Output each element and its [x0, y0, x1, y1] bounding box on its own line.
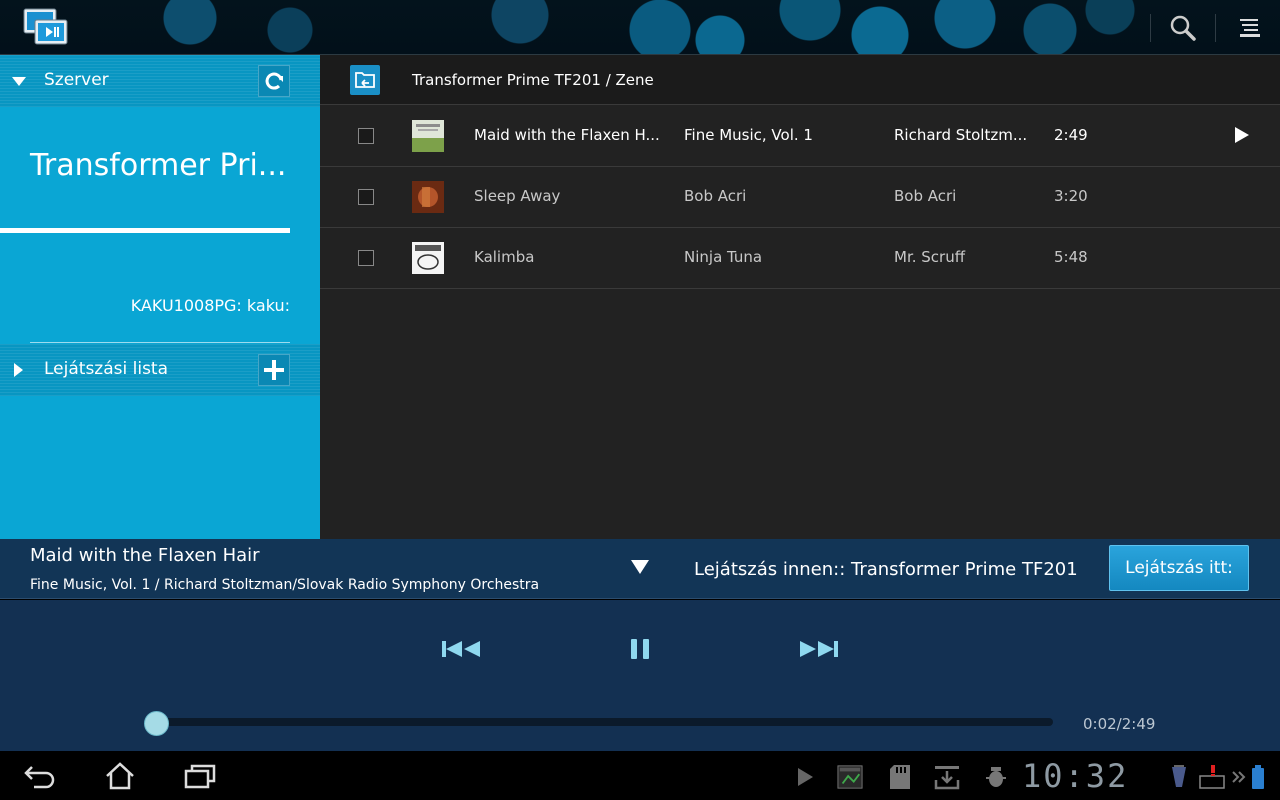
next-icon [800, 641, 838, 657]
play-from-label: Lejátszás innen:: Transformer Prime TF20… [694, 559, 1078, 580]
track-title: Sleep Away [474, 187, 561, 205]
track-album: Ninja Tuna [684, 248, 763, 266]
download-icon [934, 764, 960, 790]
folder-up-icon [355, 72, 375, 88]
previous-button[interactable] [439, 636, 483, 662]
home-icon [106, 762, 134, 790]
keyboard-warning-icon [1199, 764, 1225, 790]
refresh-button[interactable] [258, 65, 290, 97]
divider [1150, 14, 1151, 42]
battery-dock-icon [1166, 764, 1192, 790]
home-button[interactable] [100, 761, 140, 791]
pause-button[interactable] [618, 636, 662, 662]
selection-indicator [0, 228, 290, 233]
server-section-header[interactable]: Szerver [0, 55, 320, 107]
track-album: Fine Music, Vol. 1 [684, 126, 813, 144]
system-bar: 10:32 [0, 751, 1280, 800]
device-name[interactable]: Transformer Pri... [30, 148, 286, 183]
track-duration: 5:48 [1054, 248, 1088, 266]
expand-arrow-icon [14, 363, 23, 377]
now-playing-subtitle: Fine Music, Vol. 1 / Richard Stoltzman/S… [30, 577, 540, 593]
track-duration: 2:49 [1054, 126, 1088, 144]
recent-apps-button[interactable] [180, 761, 220, 791]
album-art [412, 181, 444, 213]
search-icon[interactable] [1165, 10, 1201, 46]
track-row[interactable]: Sleep Away Bob Acri Bob Acri 3:20 [320, 167, 1280, 228]
track-checkbox[interactable] [358, 189, 374, 205]
now-playing-icon [1235, 127, 1249, 143]
pause-icon [631, 639, 649, 659]
track-artist: Bob Acri [894, 187, 957, 205]
track-row[interactable]: Kalimba Ninja Tuna Mr. Scruff 5:48 [320, 228, 1280, 289]
track-artist: Mr. Scruff [894, 248, 966, 266]
app-notification-icon [837, 764, 863, 790]
collapse-arrow-icon [12, 77, 26, 86]
media-browser: Transformer Prime TF201 / Zene Maid with… [320, 55, 1280, 539]
source-panel: Szerver Transformer Pri... KAKU1008PG: k… [0, 55, 320, 539]
seek-handle[interactable] [144, 711, 169, 736]
play-here-button[interactable]: Lejátszás itt: [1109, 545, 1249, 591]
add-playlist-button[interactable] [258, 354, 290, 386]
playback-time: 0:02/2:49 [1083, 715, 1156, 733]
battery-icon [1245, 764, 1271, 790]
server-id: KAKU1008PG: kaku: [130, 296, 290, 315]
track-album: Bob Acri [684, 187, 747, 205]
folder-path: Transformer Prime TF201 / Zene [412, 71, 654, 89]
dropdown-arrow-icon[interactable] [630, 559, 650, 575]
divider [30, 342, 290, 343]
track-title: Maid with the Flaxen H... [474, 126, 660, 144]
player-controls: 0:02/2:49 [0, 600, 1280, 751]
media-play-icon [792, 764, 818, 790]
track-artist: Richard Stoltzm... [894, 126, 1028, 144]
track-duration: 3:20 [1054, 187, 1088, 205]
refresh-icon [265, 72, 283, 90]
recent-apps-icon [184, 764, 216, 789]
next-button[interactable] [797, 636, 841, 662]
now-playing-title: Maid with the Flaxen Hair [30, 545, 260, 566]
track-checkbox[interactable] [358, 128, 374, 144]
album-art [412, 242, 444, 274]
back-icon [24, 766, 55, 789]
plus-icon [264, 360, 284, 380]
folder-up-button[interactable] [350, 65, 380, 95]
playlist-label: Lejátszási lista [44, 359, 169, 379]
track-checkbox[interactable] [358, 250, 374, 266]
seek-bar[interactable] [156, 718, 1053, 726]
track-title: Kalimba [474, 248, 535, 266]
action-bar [0, 0, 1280, 55]
usb-debug-icon [983, 764, 1009, 790]
album-art [412, 120, 444, 152]
playlist-section-header[interactable]: Lejátszási lista [0, 344, 320, 396]
menu-icon[interactable] [1232, 10, 1268, 46]
breadcrumb: Transformer Prime TF201 / Zene [320, 55, 1280, 105]
now-playing-bar: Maid with the Flaxen Hair Fine Music, Vo… [0, 539, 1280, 599]
previous-icon [442, 641, 480, 657]
back-button[interactable] [20, 761, 60, 791]
server-label: Szerver [44, 70, 109, 90]
divider [1215, 14, 1216, 42]
sd-card-icon [887, 764, 913, 790]
track-row[interactable]: Maid with the Flaxen H... Fine Music, Vo… [320, 106, 1280, 167]
system-clock: 10:32 [1022, 757, 1129, 795]
app-logo-icon[interactable] [22, 6, 68, 48]
